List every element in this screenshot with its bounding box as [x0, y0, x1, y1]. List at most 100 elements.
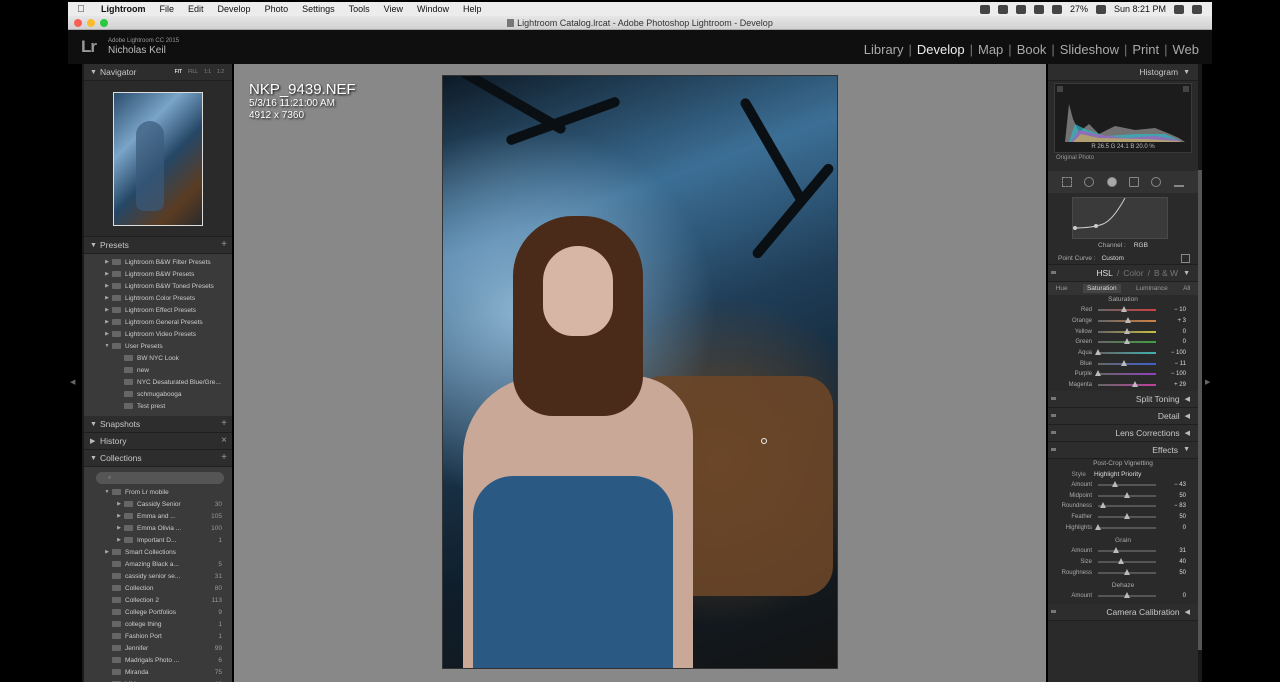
list-item[interactable]: ▶ Emma and ... 105	[84, 510, 232, 522]
slider-knob[interactable]	[1095, 349, 1101, 356]
panel-switch-icon[interactable]	[1051, 430, 1056, 434]
list-item[interactable]: Miranda 75	[84, 666, 232, 678]
list-item[interactable]: ▶ Smart Collections	[84, 546, 232, 558]
clock[interactable]: Sun 8:21 PM	[1114, 4, 1166, 14]
slider-knob[interactable]	[1124, 592, 1130, 599]
panel-switch-icon[interactable]	[1051, 413, 1056, 417]
list-item[interactable]: Madrigals Photo ... 6	[84, 654, 232, 666]
slider-value[interactable]: + 29	[1160, 382, 1186, 388]
slider-track[interactable]	[1098, 327, 1156, 334]
panel-switch-icon[interactable]	[1051, 396, 1056, 400]
channel-select[interactable]: RGB	[1134, 242, 1148, 249]
tab-hsl[interactable]: HSL	[1096, 268, 1113, 278]
slider-value[interactable]: 50	[1160, 493, 1186, 499]
list-item[interactable]: college thing 1	[84, 618, 232, 630]
bluetooth-icon[interactable]	[1015, 4, 1026, 14]
list-item[interactable]: ▼ From Lr mobile	[84, 486, 232, 498]
volume-icon[interactable]	[1051, 4, 1062, 14]
slider-value[interactable]: 40	[1160, 559, 1186, 565]
slider-knob[interactable]	[1095, 523, 1101, 530]
expand-triangle-icon[interactable]: ▶	[102, 319, 112, 325]
slider-value[interactable]: − 100	[1160, 350, 1186, 356]
menu-develop[interactable]: Develop	[211, 4, 258, 14]
tab-color[interactable]: Color	[1123, 268, 1143, 278]
spot-removal-tool-icon[interactable]	[1084, 177, 1095, 187]
module-print[interactable]: Print	[1127, 42, 1164, 57]
expand-triangle-icon[interactable]: ▶	[102, 295, 112, 301]
left-panel-toggle-icon[interactable]: ◀	[70, 378, 75, 386]
scrollbar-thumb[interactable]	[1198, 170, 1202, 650]
slider-knob[interactable]	[1112, 547, 1119, 554]
expand-triangle-icon[interactable]: ▶	[102, 283, 112, 289]
subtab-saturation[interactable]: Saturation	[1082, 284, 1121, 293]
panel-switch-icon[interactable]	[1051, 447, 1056, 451]
list-item[interactable]: BW NYC Look	[84, 352, 232, 364]
list-item[interactable]: ▶ Lightroom Color Presets	[84, 292, 232, 304]
zoom-window-button[interactable]	[100, 19, 108, 27]
expand-triangle-icon[interactable]: ▶	[102, 259, 112, 265]
red-eye-tool-icon[interactable]	[1106, 177, 1117, 187]
clear-history-icon[interactable]: ×	[221, 435, 227, 446]
expand-triangle-icon[interactable]: ▶	[102, 331, 112, 337]
slider-track[interactable]	[1098, 306, 1156, 313]
navigator-thumbnail[interactable]	[113, 91, 203, 226]
list-item[interactable]: ▶ Lightroom B&W Filter Presets	[84, 256, 232, 268]
slider-value[interactable]: − 100	[1160, 371, 1186, 377]
navigator-header[interactable]: ▼ Navigator FIT FILL 1:1 1:2	[84, 64, 232, 81]
slider-value[interactable]: − 83	[1160, 503, 1186, 509]
subtab-all[interactable]: All	[1183, 285, 1190, 292]
image-canvas[interactable]: NKP_9439.NEF 5/3/16 11:21:00 AM 4912 x 7…	[234, 64, 1046, 682]
slider-track[interactable]	[1098, 557, 1156, 564]
slider-value[interactable]: 0	[1160, 339, 1186, 345]
list-item[interactable]: ▶ Emma Olivia ... 100	[84, 522, 232, 534]
nav-fill-option[interactable]: FILL	[188, 69, 198, 75]
slider-track[interactable]	[1095, 349, 1156, 356]
radial-filter-icon[interactable]	[1151, 177, 1162, 187]
dropbox-icon[interactable]	[997, 4, 1008, 14]
vignette-style-select[interactable]: Highlight Priority	[1094, 471, 1141, 478]
collections-header[interactable]: ▼ Collections +	[84, 450, 232, 467]
slider-value[interactable]: 50	[1160, 570, 1186, 576]
expand-triangle-icon[interactable]: ▶	[114, 513, 124, 519]
spotlight-icon[interactable]	[1174, 4, 1184, 14]
histogram-graph[interactable]: R 26.5 G 24.1 B 20.0 %	[1054, 83, 1192, 153]
slider-track[interactable]	[1098, 480, 1156, 487]
slider-knob[interactable]	[1124, 491, 1130, 498]
list-item[interactable]: ▶ Lightroom General Presets	[84, 316, 232, 328]
menu-edit[interactable]: Edit	[181, 4, 211, 14]
slider-track[interactable]	[1098, 317, 1156, 324]
wifi-icon[interactable]	[1033, 4, 1044, 14]
slider-track[interactable]	[1098, 512, 1156, 519]
notification-center-icon[interactable]	[1192, 4, 1202, 14]
split-toning-header[interactable]: Split Toning ◀	[1048, 390, 1198, 408]
slider-track[interactable]	[1098, 359, 1156, 366]
slider-knob[interactable]	[1124, 338, 1130, 345]
slider-knob[interactable]	[1095, 370, 1101, 377]
list-item[interactable]: Collection 80	[84, 582, 232, 594]
point-curve-select[interactable]: Custom	[1102, 255, 1124, 262]
presets-header[interactable]: ▼ Presets +	[84, 237, 232, 254]
expand-triangle-icon[interactable]: ▶	[114, 525, 124, 531]
slider-knob[interactable]	[1120, 359, 1127, 366]
add-preset-icon[interactable]: +	[221, 239, 227, 250]
collection-search-input[interactable]: ⌕	[96, 472, 224, 484]
slider-track[interactable]	[1098, 568, 1156, 575]
slider-knob[interactable]	[1124, 317, 1131, 324]
slider-knob[interactable]	[1118, 557, 1125, 564]
collapse-triangle-icon[interactable]: ▼	[102, 489, 112, 495]
expand-triangle-icon[interactable]: ▶	[102, 549, 112, 555]
slider-knob[interactable]	[1124, 568, 1130, 575]
list-item[interactable]: ▼ User Presets	[84, 340, 232, 352]
list-item[interactable]: new	[84, 364, 232, 376]
minimize-window-button[interactable]	[87, 19, 95, 27]
slider-track[interactable]	[1098, 338, 1156, 345]
list-item[interactable]: Collection 2 113	[84, 594, 232, 606]
module-slideshow[interactable]: Slideshow	[1055, 42, 1124, 57]
battery-percent[interactable]: 27%	[1070, 4, 1088, 14]
add-snapshot-icon[interactable]: +	[221, 418, 227, 429]
slider-track[interactable]	[1095, 370, 1156, 377]
slider-value[interactable]: − 11	[1160, 361, 1186, 367]
menu-settings[interactable]: Settings	[295, 4, 342, 14]
subtab-hue[interactable]: Hue	[1056, 285, 1068, 292]
menu-window[interactable]: Window	[410, 4, 456, 14]
